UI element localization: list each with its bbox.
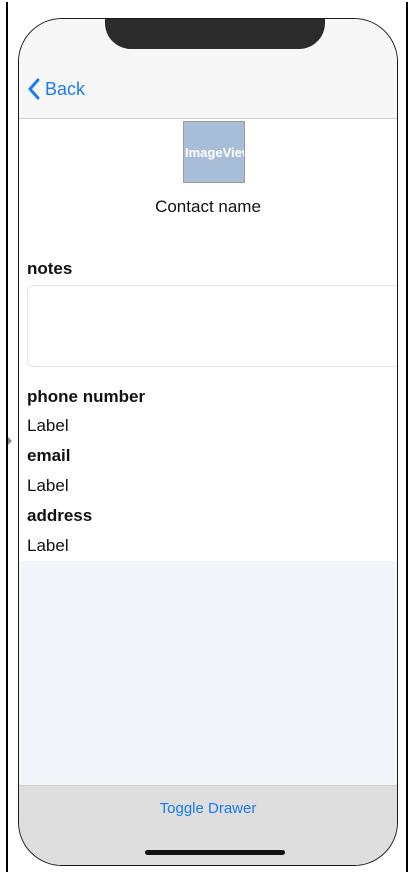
contact-name: Contact name: [155, 197, 261, 216]
back-button[interactable]: Back: [27, 77, 85, 101]
phone-screen: Back ImageView Contact name notes phone …: [18, 18, 398, 866]
notes-field[interactable]: [27, 285, 397, 367]
email-value: Label: [27, 476, 69, 495]
phone-value: Label: [27, 416, 69, 435]
phone-title: phone number: [27, 387, 146, 406]
toggle-drawer-button[interactable]: Toggle Drawer: [19, 800, 397, 817]
home-indicator[interactable]: [145, 850, 285, 855]
device-notch: [105, 19, 325, 49]
edge-marker-icon: [8, 437, 12, 445]
address-title: address: [27, 506, 93, 525]
image-placeholder-label: ImageView: [185, 144, 244, 160]
bottom-toolbar: Toggle Drawer: [19, 785, 397, 865]
chevron-left-icon: [28, 78, 40, 100]
notes-title: notes: [27, 259, 73, 278]
back-label: Back: [45, 78, 86, 99]
email-title: email: [27, 446, 71, 465]
contact-image: ImageView: [183, 121, 245, 183]
address-value: Label: [27, 536, 69, 555]
drawer-area: [19, 561, 397, 785]
contact-detail-content: ImageView Contact name notes phone numbe…: [19, 119, 397, 561]
